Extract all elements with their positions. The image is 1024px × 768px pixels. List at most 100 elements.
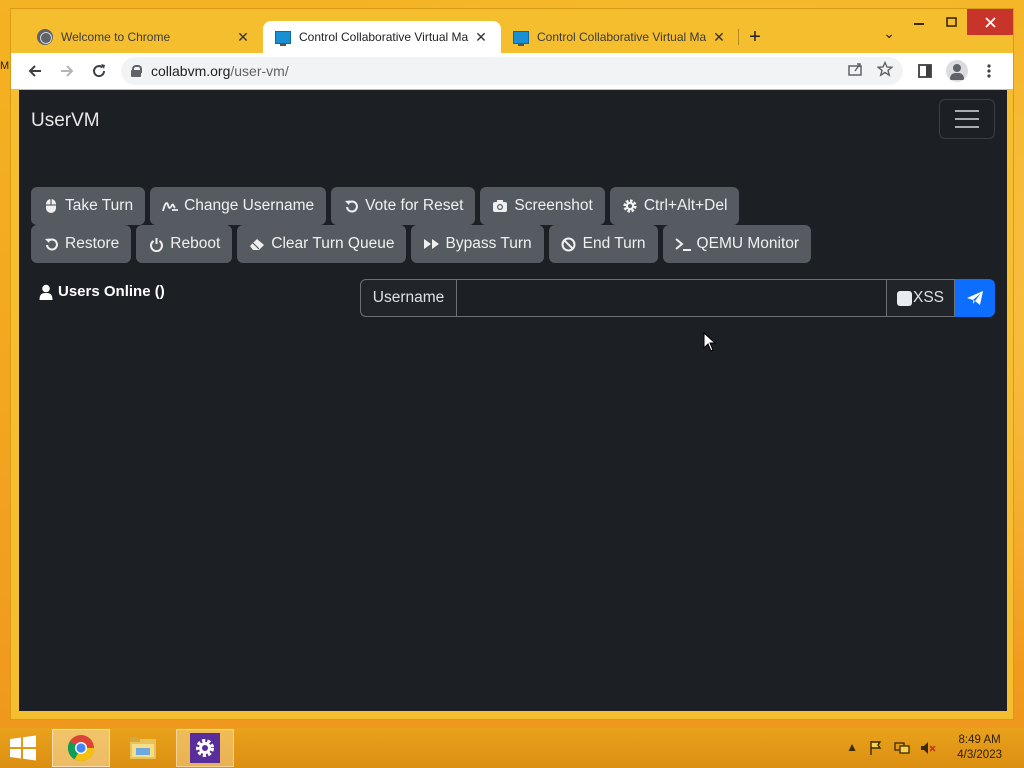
clock-time: 8:49 AM — [958, 734, 1001, 746]
address-bar[interactable]: collabvm.org/user-vm/ — [121, 57, 903, 85]
forward-icon — [423, 236, 440, 252]
close-window-button[interactable] — [967, 9, 1013, 35]
share-icon[interactable] — [847, 61, 863, 81]
arrow-left-icon — [28, 65, 41, 77]
avatar-icon — [946, 60, 968, 82]
arrow-right-icon — [61, 65, 74, 77]
button-label: Reboot — [170, 235, 221, 252]
clock-date: 4/3/2023 — [957, 749, 1002, 761]
taskbar-settings[interactable] — [176, 729, 234, 767]
hamburger-line — [955, 118, 979, 120]
chat-message-input[interactable] — [456, 279, 887, 317]
button-label: Bypass Turn — [445, 235, 532, 252]
power-icon — [148, 236, 164, 252]
hamburger-line — [955, 110, 979, 112]
back-button[interactable] — [19, 57, 51, 85]
forward-button[interactable] — [51, 57, 83, 85]
rotate-left-icon — [43, 236, 59, 252]
qemu-monitor-button[interactable]: QEMU Monitor — [662, 225, 812, 263]
desktop-edge-label: M — [0, 60, 10, 72]
ctrl-alt-del-button[interactable]: Ctrl+Alt+Del — [609, 187, 740, 225]
screenshot-button[interactable]: Screenshot — [480, 187, 605, 225]
show-hidden-icons-chevron-icon[interactable]: ▲ — [846, 740, 858, 759]
side-panel-icon — [918, 64, 932, 78]
profile-button[interactable] — [941, 57, 973, 85]
send-button[interactable] — [955, 279, 995, 317]
navbar-brand[interactable]: UserVM — [31, 110, 100, 132]
tab-title: Welcome to Chrome — [61, 30, 171, 44]
menu-button[interactable] — [973, 57, 1005, 85]
folder-icon — [130, 737, 156, 759]
terminal-icon — [674, 236, 691, 252]
reload-icon — [93, 64, 106, 78]
tab-welcome[interactable]: Welcome to Chrome ✕ — [25, 21, 263, 53]
xss-label: XSS — [912, 289, 944, 306]
system-tray: ▲ — [846, 740, 936, 759]
minimize-button[interactable] — [903, 9, 935, 35]
lock-icon[interactable] — [131, 65, 142, 77]
close-icon[interactable]: ✕ — [711, 29, 727, 46]
action-center-flag-icon[interactable] — [868, 740, 884, 759]
taskbar-file-explorer[interactable] — [114, 729, 172, 767]
new-tab-button[interactable]: + — [739, 21, 771, 53]
url-path: /user-vm/ — [230, 63, 289, 79]
xss-toggle[interactable]: XSS — [887, 279, 955, 317]
maximize-button[interactable] — [935, 9, 967, 35]
volume-muted-icon[interactable] — [920, 740, 936, 759]
button-label: QEMU Monitor — [696, 235, 800, 252]
vm-controls-row-2: Restore Reboot Clear Turn Queue Bypass T… — [31, 225, 812, 263]
xss-checkbox[interactable] — [896, 290, 912, 306]
restore-button[interactable]: Restore — [31, 225, 132, 263]
rotate-left-icon — [343, 198, 359, 214]
start-button[interactable] — [8, 734, 38, 762]
tab-collabvm[interactable]: Control Collaborative Virtual Ma ✕ — [501, 21, 739, 53]
chat-input-group: Username XSS — [360, 279, 995, 317]
users-online-heading: Users Online () — [39, 283, 165, 300]
paper-plane-icon — [967, 291, 983, 305]
side-panel-button[interactable] — [909, 57, 941, 85]
navbar-toggler-button[interactable] — [939, 99, 995, 139]
omnibox-actions — [847, 60, 894, 81]
vm-controls-row-1: Take Turn Change Username Vote for Reset… — [31, 187, 740, 225]
url-host: collabvm.org — [151, 63, 231, 79]
taskbar: ▲ 8:49 AM 4/3/2023 — [0, 728, 1024, 768]
eraser-icon — [249, 236, 265, 252]
title-bar: Welcome to Chrome ✕ Control Collaborativ… — [11, 9, 1013, 53]
tab-search-chevron-icon[interactable]: ⌄ — [883, 25, 895, 42]
vote-for-reset-button[interactable]: Vote for Reset — [331, 187, 476, 225]
reload-button[interactable] — [83, 57, 115, 85]
change-username-button[interactable]: Change Username — [150, 187, 327, 225]
take-turn-button[interactable]: Take Turn — [31, 187, 146, 225]
button-label: Vote for Reset — [365, 197, 464, 214]
gear-icon — [196, 739, 214, 757]
tab-collabvm-active[interactable]: Control Collaborative Virtual Ma ✕ — [263, 21, 501, 53]
tab-title: Control Collaborative Virtual Ma — [537, 30, 707, 44]
taskbar-clock[interactable]: 8:49 AM 4/3/2023 — [957, 733, 1002, 763]
button-label: Restore — [65, 235, 120, 252]
taskbar-chrome[interactable] — [52, 729, 110, 767]
mouse-cursor-icon — [703, 332, 717, 352]
tab-title: Control Collaborative Virtual Ma — [299, 30, 469, 44]
close-icon[interactable]: ✕ — [235, 29, 251, 46]
chrome-icon — [67, 735, 95, 762]
user-icon — [39, 284, 53, 300]
minimize-icon — [914, 23, 924, 25]
button-label: Screenshot — [514, 197, 593, 214]
bypass-turn-button[interactable]: Bypass Turn — [411, 225, 544, 263]
button-label: End Turn — [582, 235, 646, 252]
tab-strip: Welcome to Chrome ✕ Control Collaborativ… — [25, 21, 771, 53]
gear-icon — [622, 198, 638, 214]
network-icon[interactable] — [894, 740, 910, 759]
clear-turn-queue-button[interactable]: Clear Turn Queue — [237, 225, 407, 263]
bookmark-star-icon[interactable] — [876, 60, 894, 81]
username-label[interactable]: Username — [360, 279, 456, 317]
chrome-window: Welcome to Chrome ✕ Control Collaborativ… — [10, 8, 1014, 720]
ban-icon — [561, 236, 577, 252]
kebab-menu-icon — [987, 64, 991, 78]
signature-icon — [162, 198, 179, 214]
close-icon[interactable]: ✕ — [473, 29, 489, 46]
button-label: Change Username — [184, 197, 315, 214]
globe-icon — [37, 29, 53, 45]
reboot-button[interactable]: Reboot — [136, 225, 233, 263]
end-turn-button[interactable]: End Turn — [548, 225, 658, 263]
